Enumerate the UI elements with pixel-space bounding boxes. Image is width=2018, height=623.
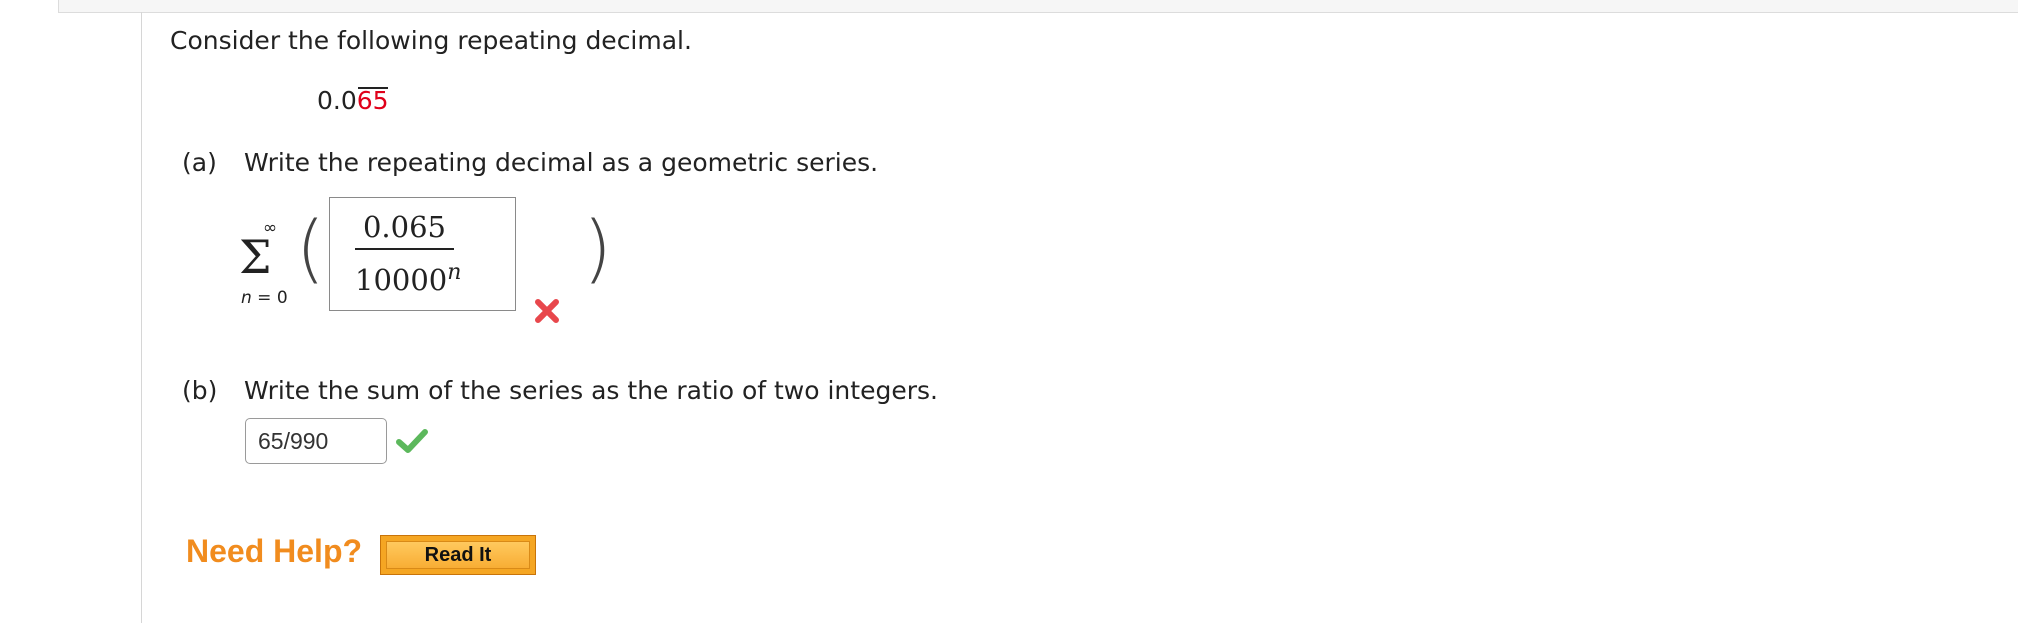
fraction-numerator: 0.065 [362,210,447,244]
denominator-base: 10000 [355,263,448,297]
ratio-answer-field[interactable]: 65/990 [245,418,387,464]
left-border-line [141,12,142,623]
left-paren: ( [296,206,325,292]
repeating-decimal: 0.065 [317,86,389,115]
decimal-prefix: 0.0 [317,86,357,115]
series-answer-box[interactable]: 0.065 10000n [329,197,516,311]
part-b-question: Write the sum of the series as the ratio… [244,376,938,405]
part-a-label: (a) [182,148,217,177]
incorrect-x-icon [535,299,559,323]
read-it-button[interactable]: Read It [380,535,536,575]
read-it-label: Read It [386,541,530,569]
sigma-symbol: Σ [239,230,272,284]
need-help-label: Need Help? [186,533,363,569]
top-frame-bar [58,0,2018,13]
part-a-question: Write the repeating decimal as a geometr… [244,148,879,177]
question-prompt: Consider the following repeating decimal… [170,26,692,55]
decimal-repeating-digits: 65 [356,86,389,115]
sum-lower-eq: = 0 [251,288,288,308]
denominator-exponent: n [447,260,462,285]
right-paren: ) [583,206,612,292]
fraction-denominator: 10000n [355,260,461,297]
correct-check-icon [396,429,428,453]
ratio-answer-value: 65/990 [258,428,329,454]
part-b-label: (b) [182,376,218,405]
fraction-bar [355,248,454,250]
sum-index-var: n [241,288,252,308]
sum-lower-limit: n = 0 [241,288,288,308]
